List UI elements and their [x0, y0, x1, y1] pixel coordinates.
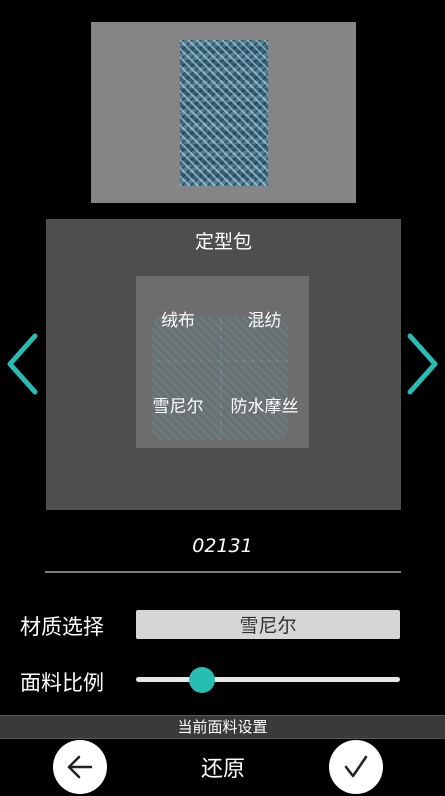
material-option-velvet[interactable]: 绒布 [136, 276, 220, 360]
restore-button[interactable]: 还原 [180, 751, 266, 783]
confirm-button[interactable] [329, 740, 383, 794]
material-select[interactable]: 雪尼尔 [136, 610, 400, 639]
fabric-ratio-label: 面料比例 [20, 671, 104, 695]
divider [45, 571, 401, 573]
material-option-chenille[interactable]: 雪尼尔 [136, 362, 220, 446]
arrow-left-icon [67, 755, 93, 779]
material-option-waterproof-suede[interactable]: 防水摩丝 [222, 362, 307, 446]
slider-thumb[interactable] [189, 667, 215, 693]
back-button[interactable] [53, 740, 107, 794]
material-select-label: 材质选择 [20, 615, 104, 639]
fabric-ratio-slider[interactable] [136, 677, 400, 682]
prev-arrow-button[interactable] [5, 333, 39, 395]
chevron-left-icon [7, 333, 38, 395]
checkmark-icon [344, 755, 368, 778]
fabric-preview [91, 22, 356, 203]
material-option-blend[interactable]: 混纺 [222, 276, 307, 360]
chevron-right-icon [407, 333, 438, 395]
fabric-code: 02131 [192, 535, 253, 557]
material-panel: 定型包 绒布 混纺 雪尼尔 防水摩丝 [46, 219, 401, 510]
panel-title: 定型包 [194, 231, 252, 253]
next-arrow-button[interactable] [406, 333, 440, 395]
bottom-toolbar: 还原 [0, 739, 445, 796]
current-fabric-settings-bar: 当前面料设置 [0, 715, 445, 739]
fabric-swatch-image [180, 40, 268, 186]
sofa-preview: 绒布 混纺 雪尼尔 防水摩丝 [136, 276, 309, 448]
